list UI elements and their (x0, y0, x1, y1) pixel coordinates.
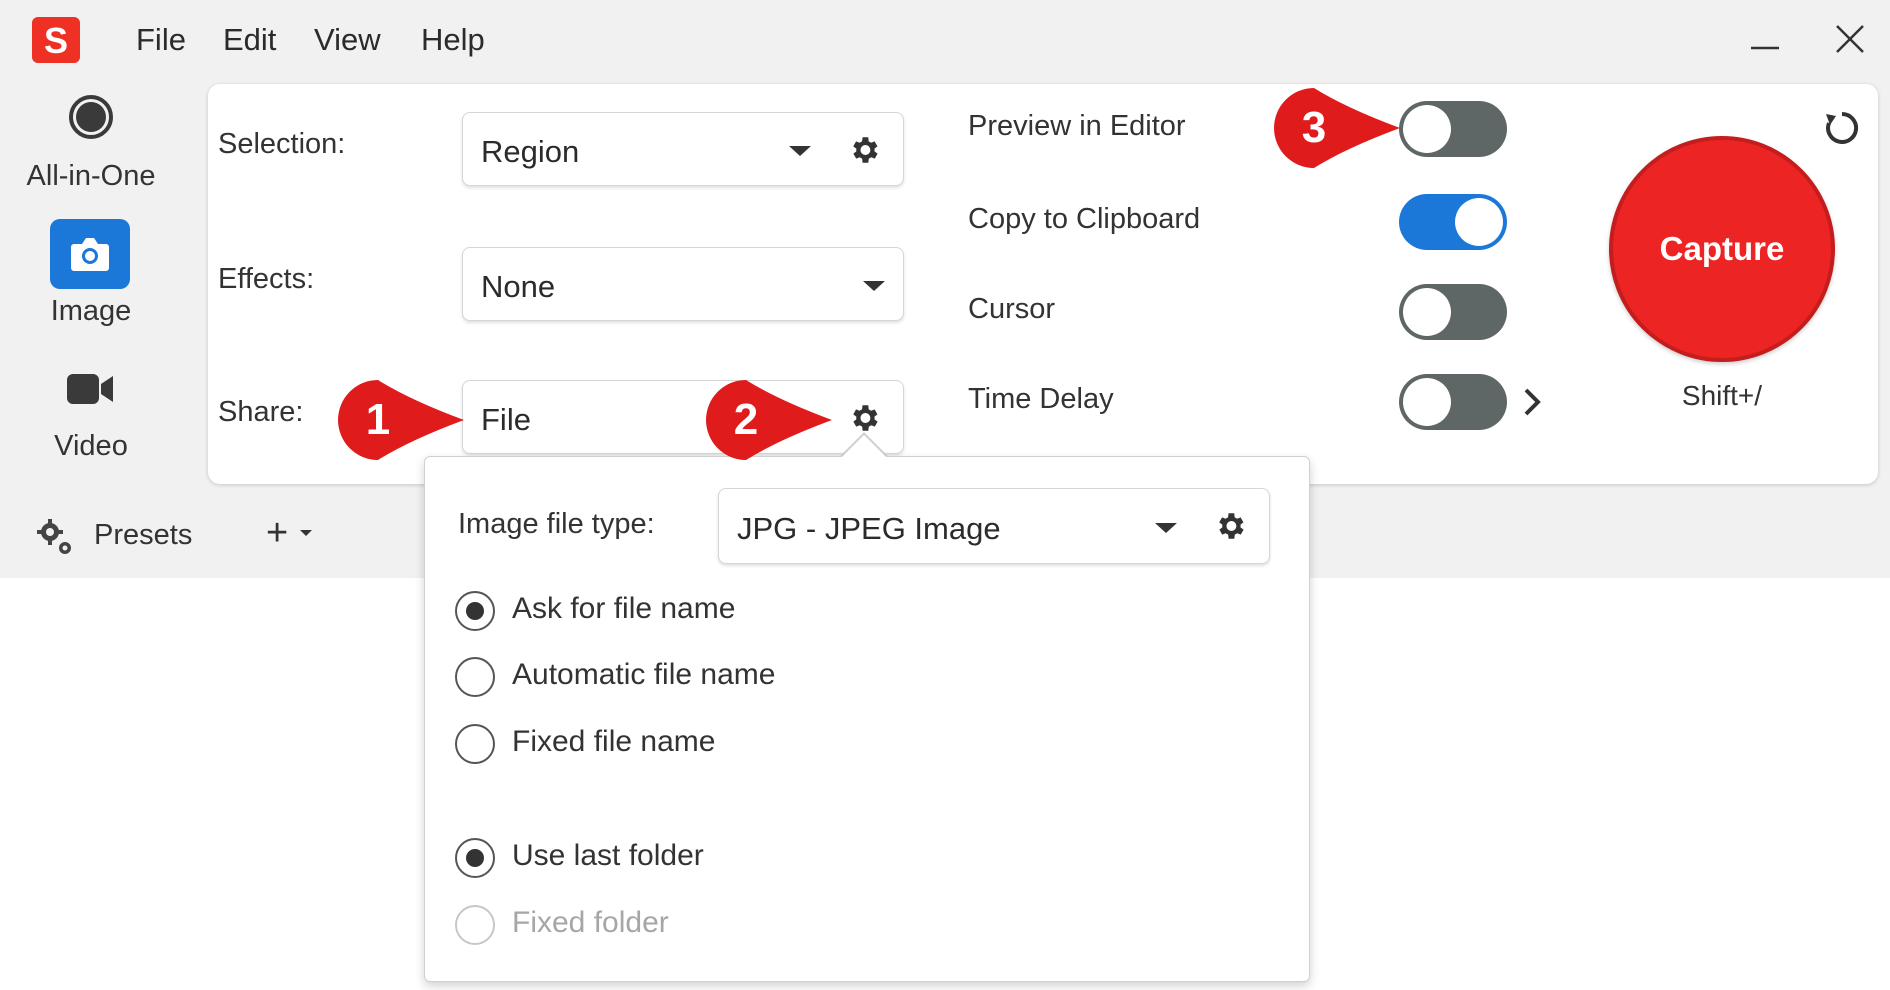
callout-2-number: 2 (733, 395, 759, 444)
svg-text:S: S (44, 20, 68, 61)
radio-fixed-file-name[interactable] (455, 724, 495, 764)
radio-use-last-folder-label: Use last folder (512, 839, 704, 872)
selection-value: Region (481, 134, 580, 169)
menu-help[interactable]: Help (421, 22, 485, 58)
capture-shortcut: Shift+/ (1681, 380, 1763, 411)
radio-fixed-folder-label: Fixed folder (512, 906, 669, 939)
radio-fixed-folder (455, 905, 495, 945)
option-copy-to-clipboard-label: Copy to Clipboard (968, 203, 1201, 235)
effects-dropdown[interactable]: None (462, 247, 904, 321)
callout-1: 1 (338, 380, 464, 460)
toggle-cursor[interactable] (1399, 284, 1507, 340)
menu-file[interactable]: File (136, 22, 186, 58)
radio-automatic-file-name[interactable] (455, 657, 495, 697)
share-label: Share: (218, 396, 304, 428)
chevron-right-icon[interactable] (1522, 386, 1542, 418)
gear-icon[interactable] (1213, 509, 1247, 543)
callout-3-number: 3 (1301, 103, 1327, 152)
capture-button[interactable]: Capture (1609, 136, 1835, 362)
chevron-down-icon (300, 530, 312, 536)
effects-label: Effects: (218, 263, 315, 295)
capture-button-label: Capture (1659, 230, 1785, 267)
selection-dropdown[interactable]: Region (462, 112, 904, 186)
toggle-knob (1403, 378, 1451, 426)
radio-ask-for-file-name[interactable] (455, 591, 495, 631)
radio-ask-for-file-name-label: Ask for file name (512, 592, 736, 625)
radio-fixed-file-name-label: Fixed file name (512, 725, 716, 758)
reset-icon[interactable] (1822, 108, 1862, 148)
share-value: File (481, 402, 531, 437)
record-icon (69, 95, 113, 139)
gear-icon[interactable] (847, 401, 881, 435)
presets-label: Presets (94, 519, 193, 551)
selection-label: Selection: (218, 128, 346, 160)
rail-label-all-in-one: All-in-One (26, 160, 156, 192)
callout-3: 3 (1274, 88, 1400, 168)
snagit-logo-icon: S (32, 17, 80, 63)
callout-1-number: 1 (365, 395, 391, 444)
rail-label-video: Video (54, 430, 128, 462)
camera-icon (71, 238, 109, 271)
radio-automatic-file-name-label: Automatic file name (512, 658, 776, 691)
popup-pointer-fill (840, 435, 888, 459)
option-cursor-label: Cursor (968, 293, 1056, 325)
caret-down-icon (1155, 523, 1177, 533)
caret-down-icon (789, 146, 811, 156)
option-preview-in-editor-label: Preview in Editor (968, 110, 1186, 142)
toggle-knob (1403, 105, 1451, 153)
minimize-icon (1751, 46, 1779, 50)
toggle-copy-to-clipboard[interactable] (1399, 194, 1507, 250)
effects-value: None (481, 269, 556, 304)
toggle-time-delay[interactable] (1399, 374, 1507, 430)
menu-edit[interactable]: Edit (223, 22, 276, 58)
rail-label-image: Image (50, 295, 132, 327)
video-camera-icon (67, 374, 113, 404)
image-file-type-label: Image file type: (458, 508, 655, 540)
gears-icon (37, 519, 71, 554)
add-preset-label: + (266, 512, 289, 554)
add-preset-button[interactable]: + (266, 512, 326, 556)
toggle-knob (1403, 288, 1451, 336)
caret-down-icon (863, 281, 885, 291)
toggle-knob (1455, 198, 1503, 246)
toggle-preview-in-editor[interactable] (1399, 101, 1507, 157)
radio-use-last-folder[interactable] (455, 838, 495, 878)
close-icon (1836, 25, 1864, 53)
option-time-delay-label: Time Delay (968, 383, 1114, 415)
rail-image-selected-bg (50, 219, 130, 289)
close-button[interactable] (1820, 14, 1880, 64)
minimize-button[interactable] (1735, 14, 1795, 64)
gear-icon[interactable] (847, 133, 881, 167)
callout-2: 2 (706, 380, 832, 460)
image-file-type-dropdown[interactable]: JPG - JPEG Image (718, 488, 1270, 564)
menu-view[interactable]: View (314, 22, 381, 58)
image-file-type-value: JPG - JPEG Image (737, 511, 1001, 546)
